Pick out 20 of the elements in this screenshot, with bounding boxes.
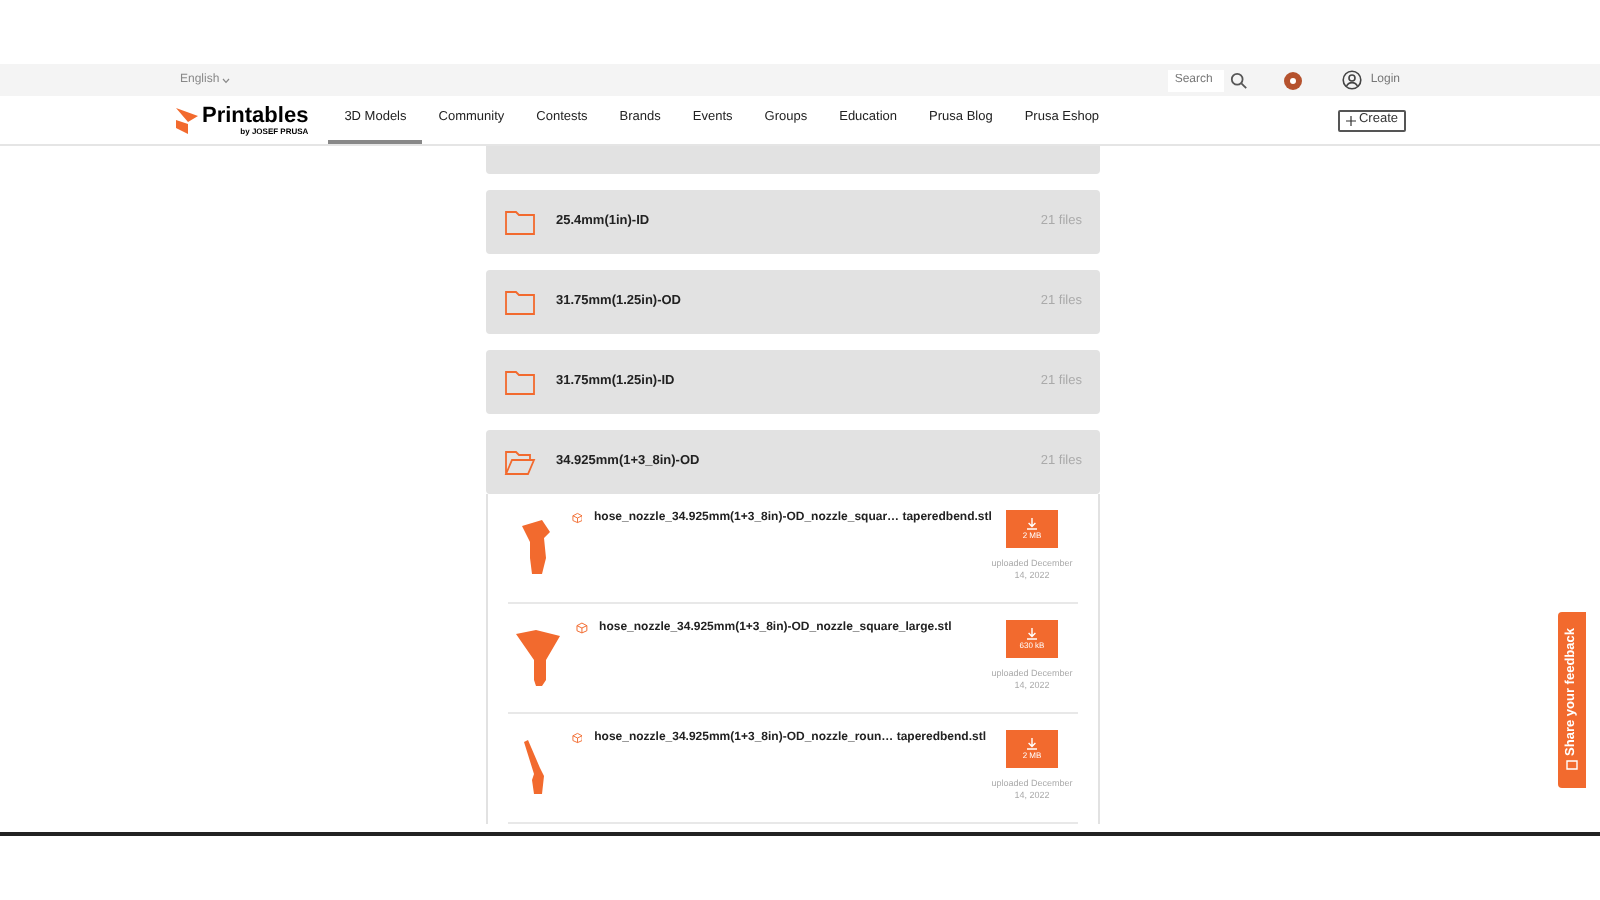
cube-icon (571, 512, 582, 524)
logo-icon (176, 107, 198, 133)
download-icon (1026, 518, 1038, 530)
nozzle-model-drawing (513, 628, 562, 688)
user-icon (1342, 70, 1363, 90)
logo-text: Printables (202, 105, 309, 127)
download-icon (1026, 738, 1038, 750)
nozzle-model-drawing (521, 738, 550, 798)
folder-icon (504, 289, 536, 315)
caret-icon (221, 77, 230, 83)
cube-icon (571, 732, 583, 744)
folder-icon (504, 209, 536, 235)
download-icon (1026, 628, 1038, 640)
notification-avatar-icon[interactable] (1284, 71, 1303, 89)
nozzle-model-drawing (517, 518, 554, 578)
open-folder-icon (504, 449, 536, 475)
search-icon (1230, 71, 1249, 89)
cube-icon (575, 622, 588, 634)
folder-icon (504, 369, 536, 395)
plus-icon (1346, 115, 1357, 125)
